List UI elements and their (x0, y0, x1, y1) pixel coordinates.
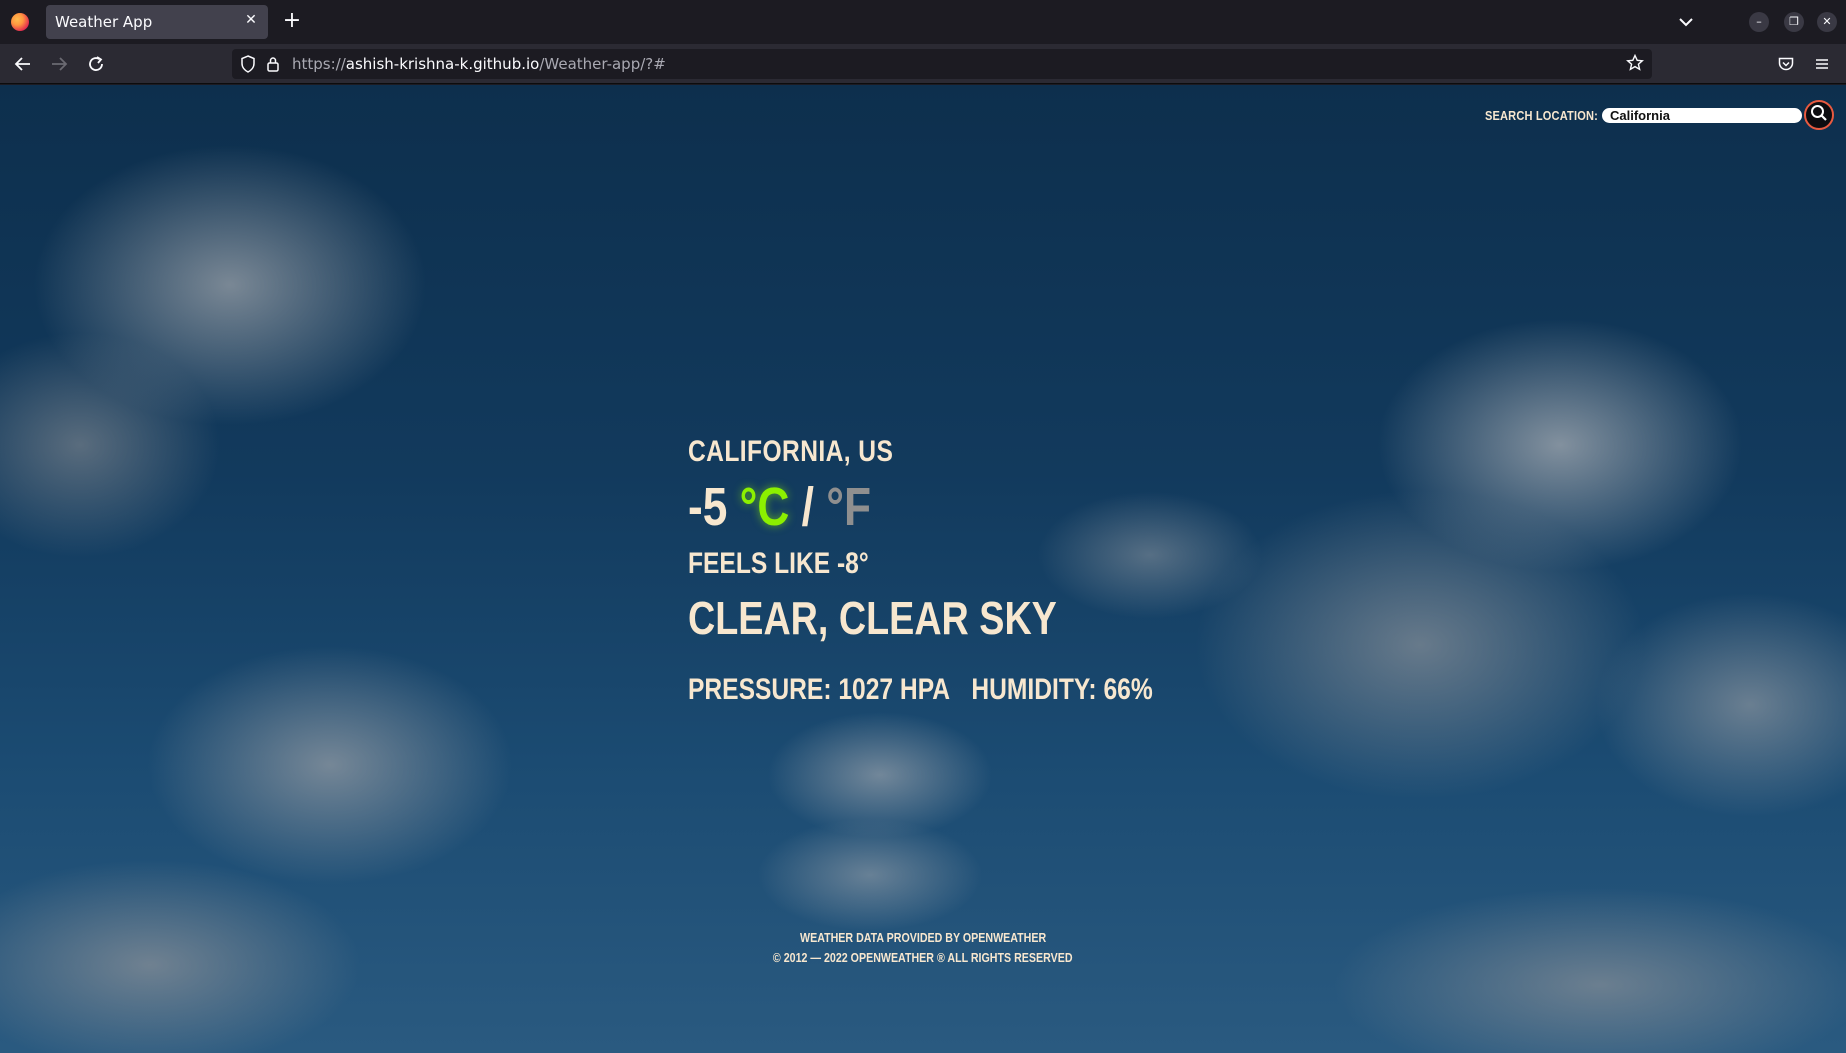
weather-panel: California, US -5 °C / °F Feels like -8°… (688, 435, 1255, 707)
lock-icon[interactable] (266, 55, 280, 77)
feels-like: Feels like -8° (688, 547, 869, 580)
new-tab-button[interactable]: + (280, 9, 304, 33)
search-icon (1810, 104, 1828, 126)
close-window-button[interactable]: ✕ (1817, 12, 1837, 32)
address-bar[interactable]: https://ashish-krishna-k.github.io/Weath… (232, 49, 1652, 79)
location-name: California, US (688, 435, 894, 468)
browser-tab-bar: Weather App ✕ + – ❐ ✕ (0, 0, 1846, 44)
firefox-logo-icon (11, 13, 29, 31)
tab-list-chevron-icon[interactable] (1675, 12, 1697, 32)
tab-close-icon[interactable]: ✕ (242, 12, 260, 30)
weather-page: SEARCH LOCATION: California, US -5 °C / … (0, 85, 1846, 1053)
search-bar: SEARCH LOCATION: (1465, 100, 1834, 130)
url-text[interactable]: https://ashish-krishna-k.github.io/Weath… (292, 55, 666, 73)
shield-icon[interactable] (240, 55, 256, 77)
search-label: SEARCH LOCATION: (1484, 107, 1598, 123)
footer-attribution: Weather data provided by OpenWeather (799, 930, 1047, 945)
search-button[interactable] (1804, 100, 1834, 130)
menu-hamburger-icon[interactable] (1811, 53, 1833, 75)
search-input[interactable] (1602, 107, 1802, 123)
temperature-display: -5 °C / °F (688, 477, 871, 537)
weather-stats: Pressure: 1027 hPa Humidity: 66% (688, 673, 1153, 707)
fahrenheit-toggle[interactable]: °F (826, 477, 871, 537)
browser-tab[interactable]: Weather App ✕ (46, 5, 268, 39)
unit-separator: / (801, 477, 814, 537)
footer-copyright: © 2012 — 2022 OpenWeather ® All rights r… (773, 950, 1073, 965)
minimize-window-button[interactable]: – (1749, 12, 1769, 32)
weather-description: Clear, clear sky (688, 592, 1057, 644)
restore-window-button[interactable]: ❐ (1784, 12, 1804, 32)
humidity-value: Humidity: 66% (971, 673, 1153, 706)
pocket-icon[interactable] (1775, 53, 1797, 75)
celsius-toggle[interactable]: °C (740, 477, 790, 537)
back-arrow-icon[interactable] (12, 53, 34, 75)
reload-icon[interactable] (85, 53, 107, 75)
browser-nav-bar: https://ashish-krishna-k.github.io/Weath… (0, 44, 1846, 84)
bookmark-star-icon[interactable] (1626, 53, 1644, 76)
temperature-value: -5 (688, 477, 728, 537)
pressure-value: Pressure: 1027 hPa (688, 673, 951, 706)
footer: Weather data provided by OpenWeather © 2… (0, 928, 1846, 968)
forward-arrow-icon[interactable] (48, 53, 70, 75)
tab-title: Weather App (55, 13, 153, 31)
